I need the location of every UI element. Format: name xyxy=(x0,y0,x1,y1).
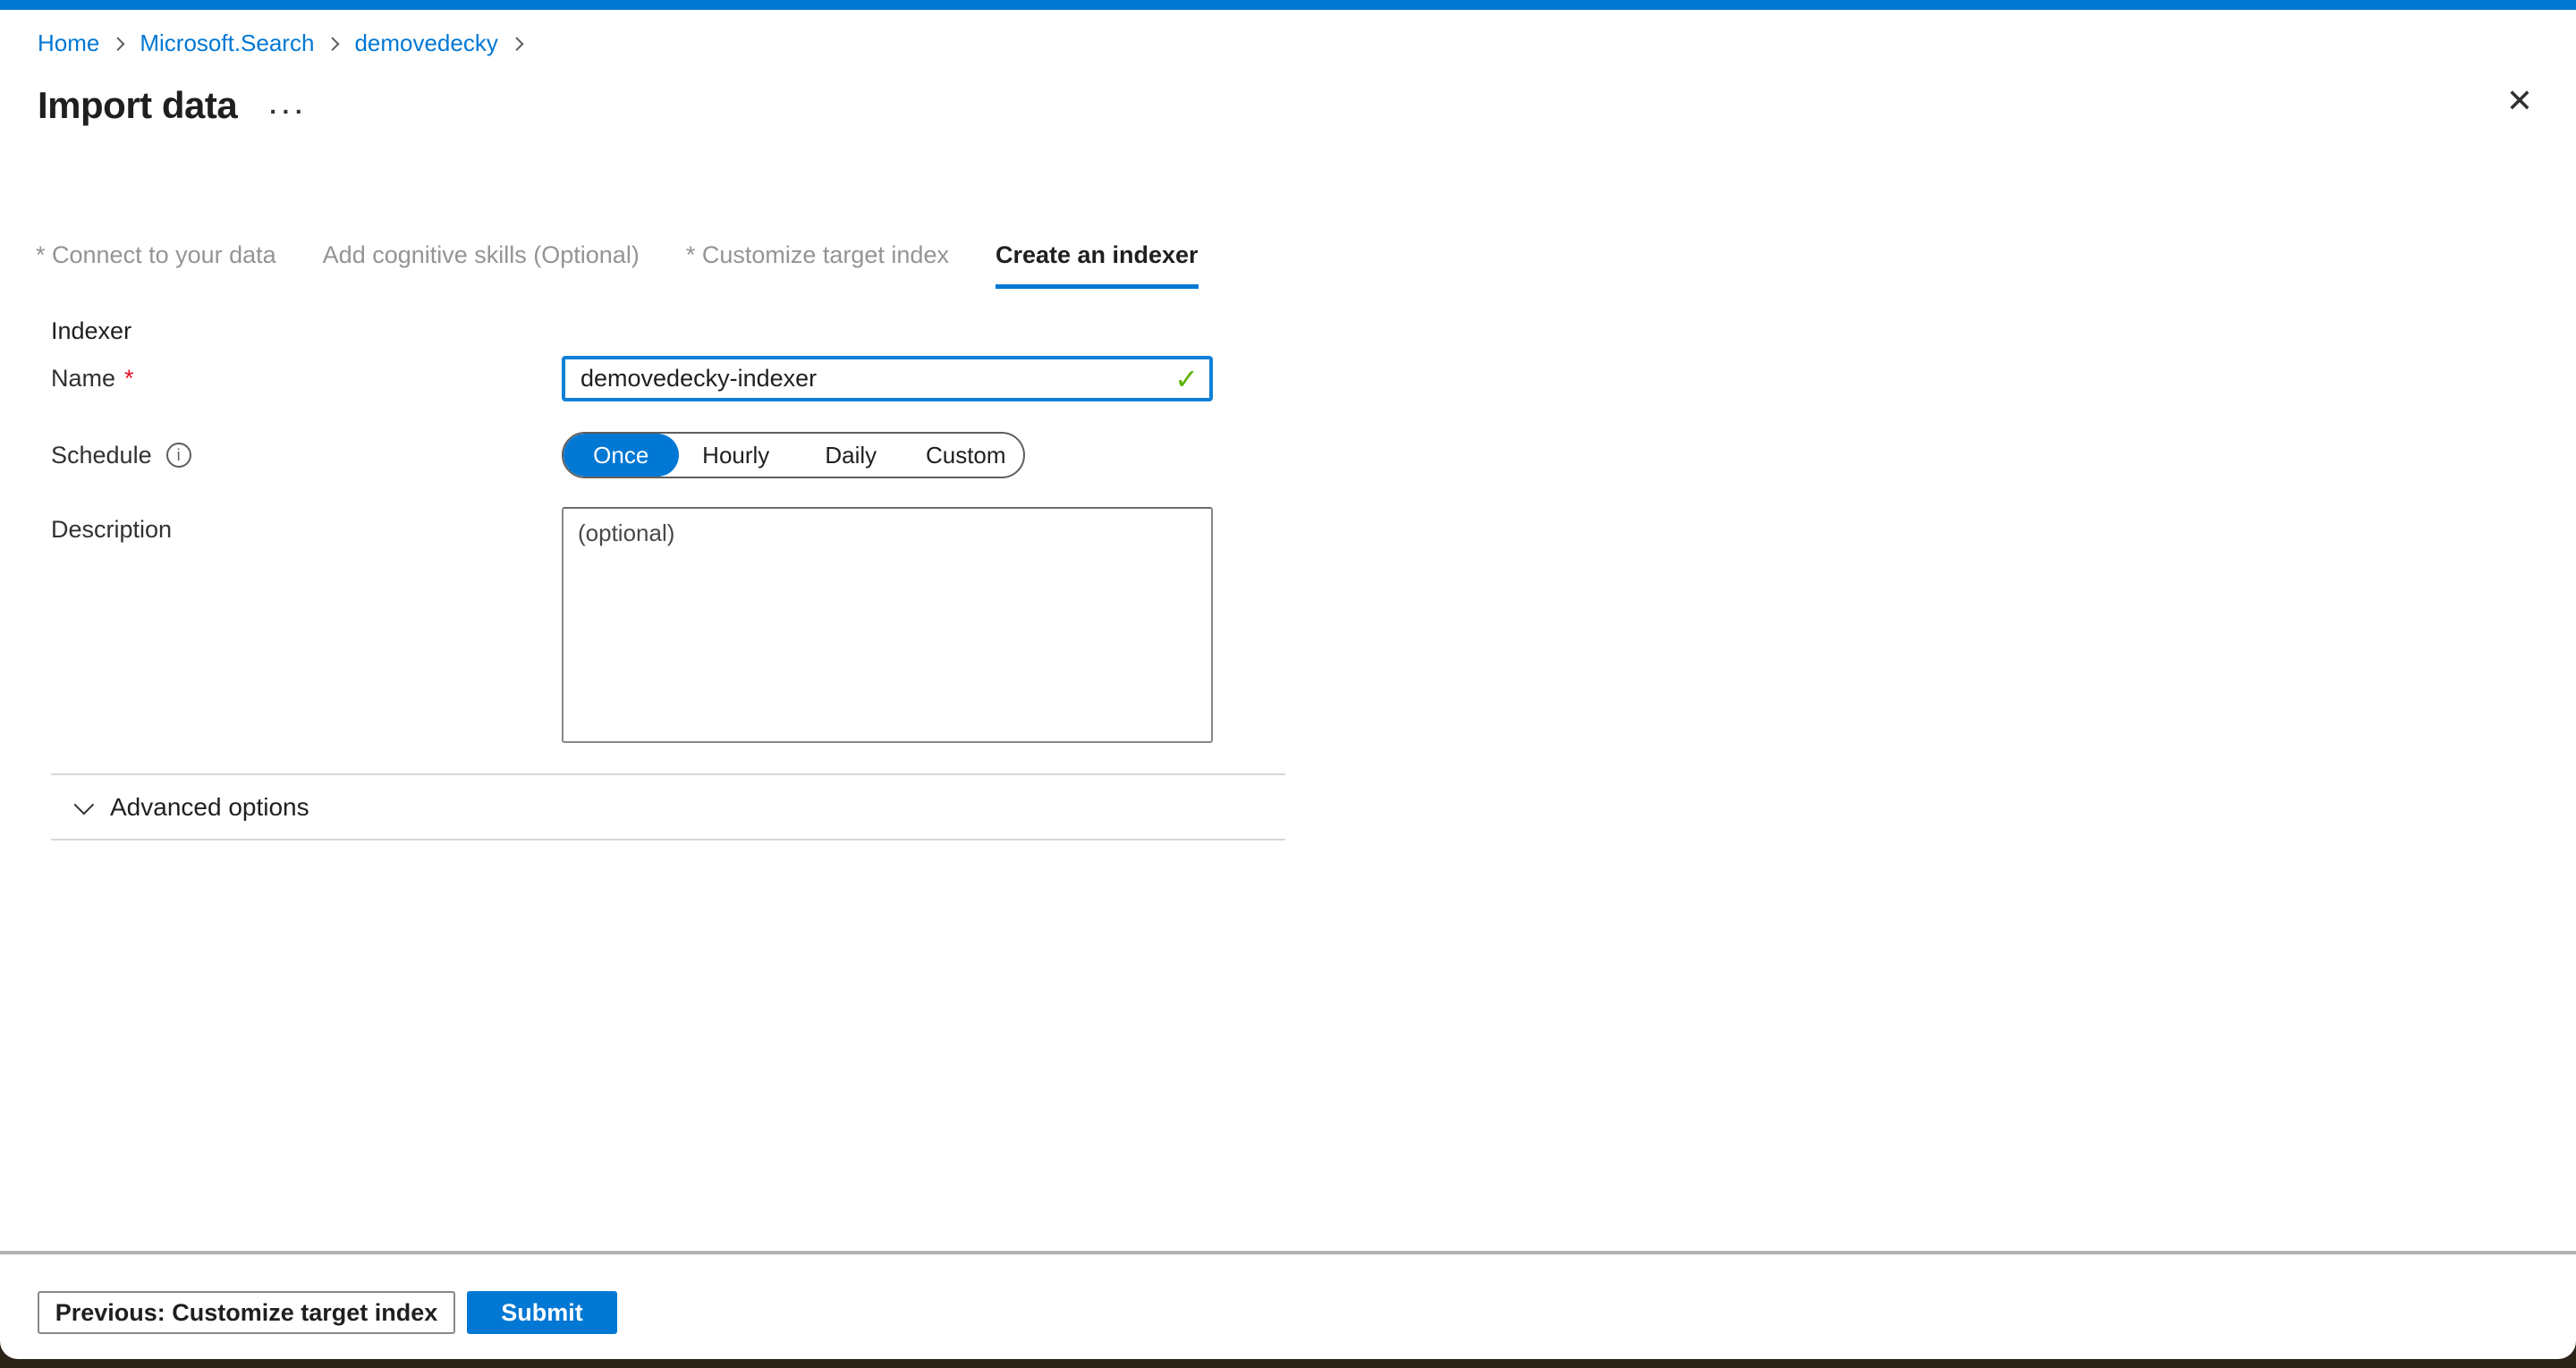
name-row: Name * ✓ xyxy=(51,356,2576,401)
info-icon[interactable]: i xyxy=(166,443,191,468)
schedule-label-text: Schedule xyxy=(51,442,152,469)
description-row: Description xyxy=(51,507,2576,743)
chevron-right-icon xyxy=(111,37,125,51)
schedule-option-daily[interactable]: Daily xyxy=(793,434,909,477)
schedule-option-once[interactable]: Once xyxy=(564,434,679,477)
breadcrumb: Home Microsoft.Search demovedecky xyxy=(38,30,2576,57)
name-input-wrapper: ✓ xyxy=(562,356,1213,401)
tab-customize-target-index[interactable]: * Customize target index xyxy=(686,241,949,289)
wizard-tabs: * Connect to your data Add cognitive ski… xyxy=(36,241,2576,289)
name-label-text: Name xyxy=(51,365,115,393)
footer-bar: Previous: Customize target index Submit xyxy=(0,1251,2576,1334)
title-row: Import data ··· xyxy=(38,84,2576,127)
required-asterisk: * xyxy=(124,365,134,393)
close-button[interactable]: ✕ xyxy=(2506,85,2533,117)
schedule-row: Schedule i Once Hourly Daily Custom xyxy=(51,432,2576,478)
tab-connect-to-your-data[interactable]: * Connect to your data xyxy=(36,241,276,289)
portal-top-accent-bar xyxy=(0,0,2576,10)
name-label: Name * xyxy=(51,365,562,393)
breadcrumb-link-home[interactable]: Home xyxy=(38,30,99,57)
indexer-form: Indexer Name * ✓ Schedule i Once Hourly … xyxy=(51,317,2576,743)
import-data-panel: Home Microsoft.Search demovedecky Import… xyxy=(0,0,2576,1359)
header: Home Microsoft.Search demovedecky Import… xyxy=(0,10,2576,127)
chevron-right-icon xyxy=(326,37,340,51)
divider xyxy=(51,839,1285,840)
schedule-label: Schedule i xyxy=(51,442,562,469)
description-label-text: Description xyxy=(51,516,172,544)
more-options-button[interactable]: ··· xyxy=(269,87,308,124)
previous-button[interactable]: Previous: Customize target index xyxy=(38,1291,455,1334)
breadcrumb-link-microsoft-search[interactable]: Microsoft.Search xyxy=(140,30,314,57)
valid-check-icon: ✓ xyxy=(1174,362,1199,396)
name-input[interactable] xyxy=(562,356,1213,401)
chevron-down-icon xyxy=(74,794,95,815)
description-label: Description xyxy=(51,516,562,544)
tab-add-cognitive-skills[interactable]: Add cognitive skills (Optional) xyxy=(323,241,640,289)
schedule-option-hourly[interactable]: Hourly xyxy=(679,434,794,477)
section-label-indexer: Indexer xyxy=(51,317,2576,345)
page-title: Import data xyxy=(38,84,237,127)
submit-button[interactable]: Submit xyxy=(467,1291,617,1334)
chevron-right-icon xyxy=(510,37,524,51)
tab-create-an-indexer[interactable]: Create an indexer xyxy=(996,241,1199,289)
breadcrumb-link-demovedecky[interactable]: demovedecky xyxy=(354,30,497,57)
advanced-options-label: Advanced options xyxy=(110,793,309,822)
description-textarea[interactable] xyxy=(562,507,1213,743)
close-icon: ✕ xyxy=(2506,82,2533,119)
advanced-options-toggle[interactable]: Advanced options xyxy=(74,775,2576,839)
schedule-toggle-group: Once Hourly Daily Custom xyxy=(562,432,1025,478)
schedule-option-custom[interactable]: Custom xyxy=(909,434,1024,477)
